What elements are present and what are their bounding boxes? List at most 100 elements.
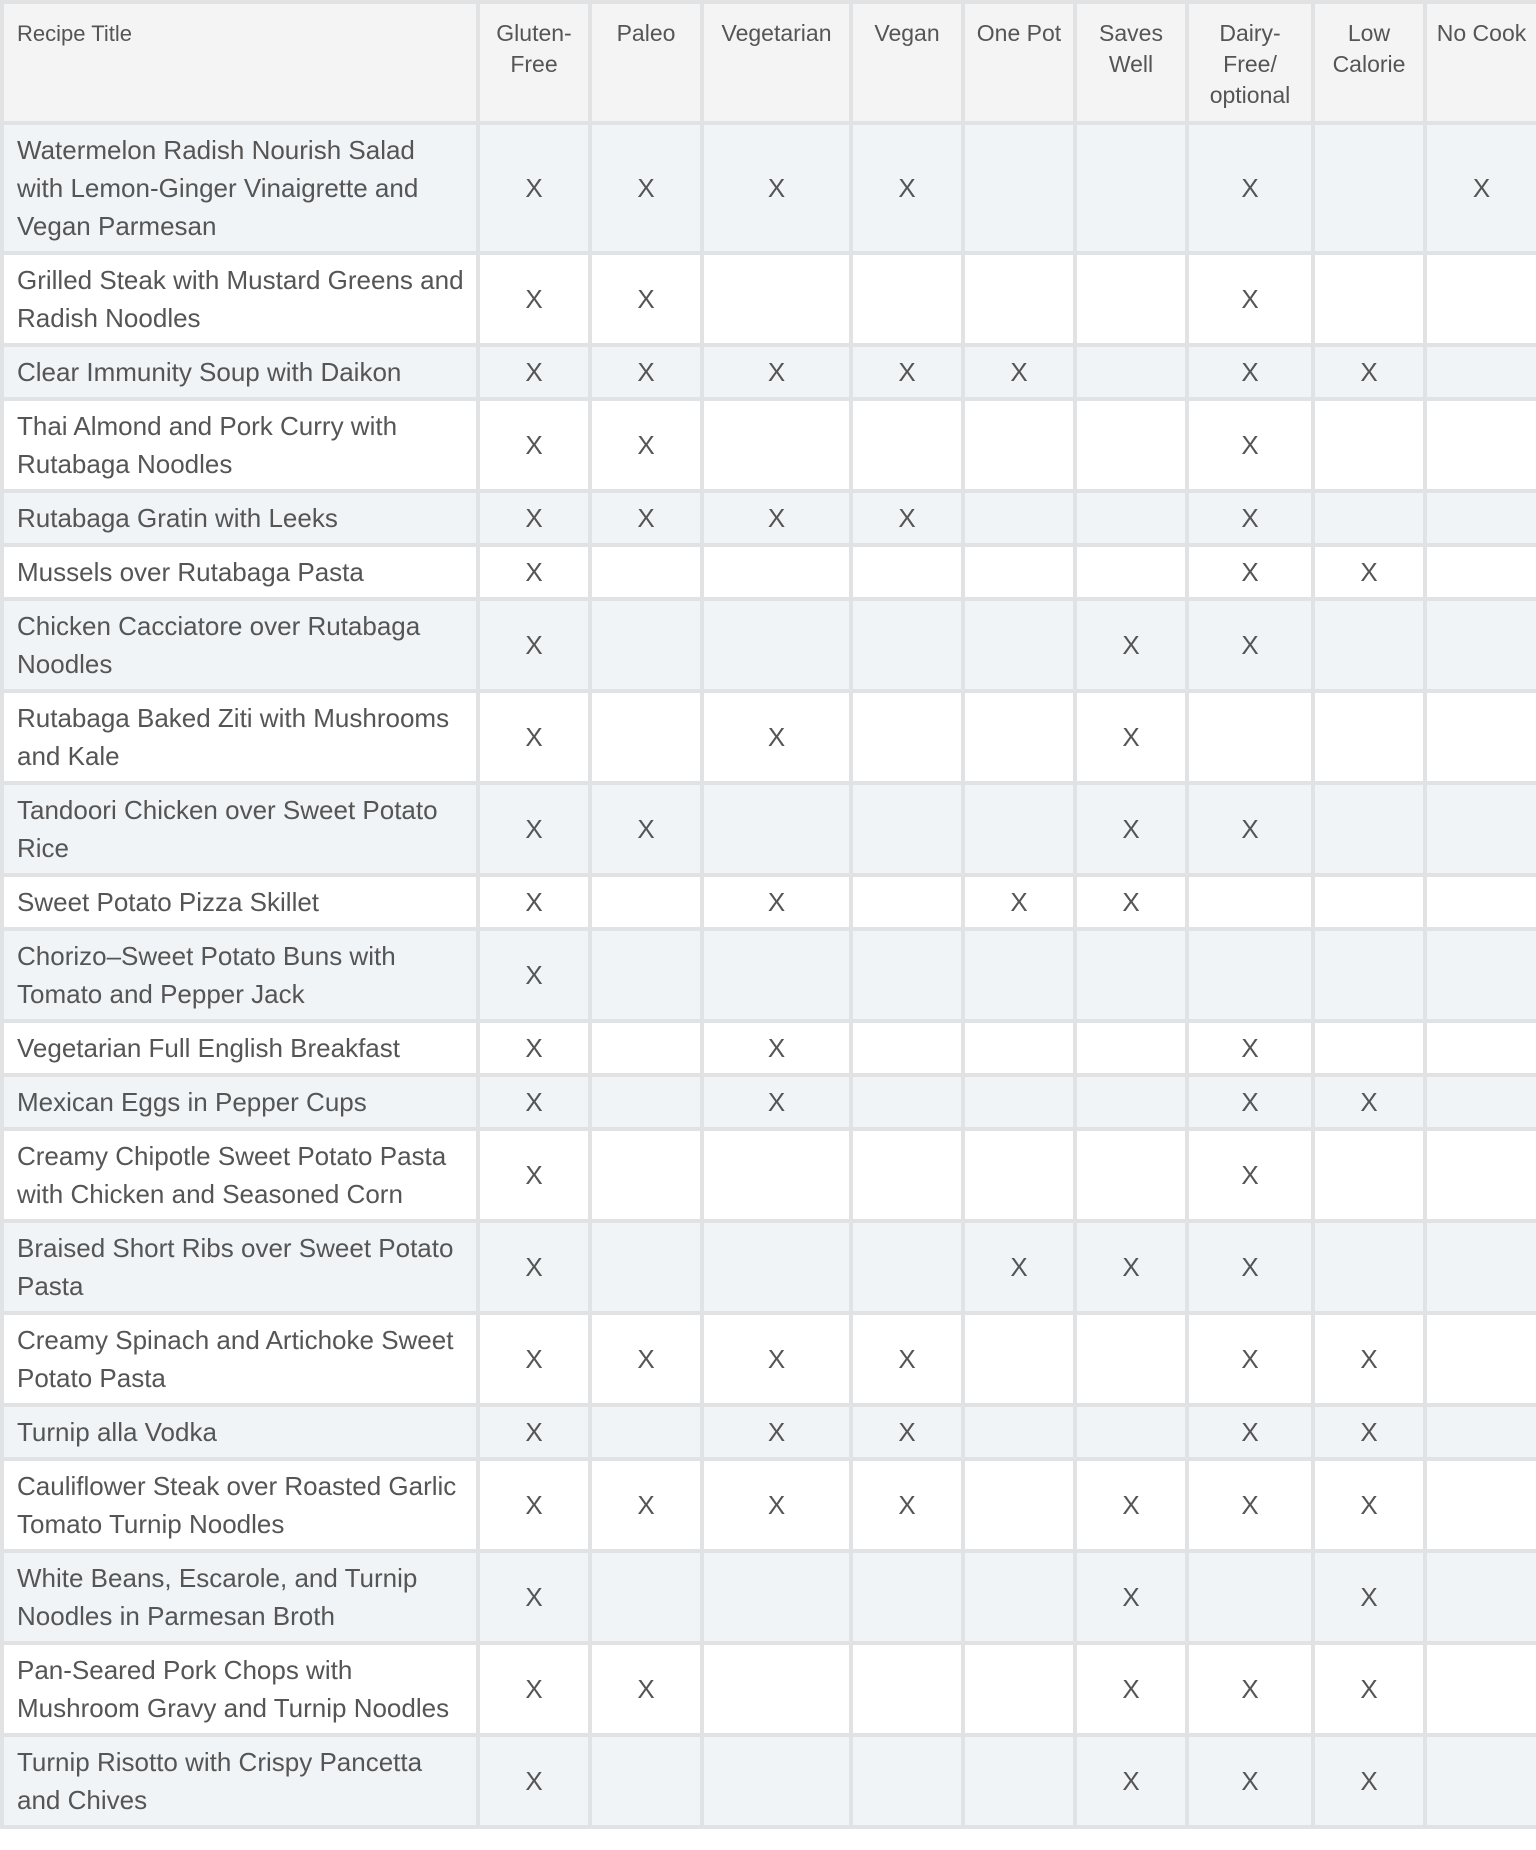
diet-mark-cell-paleo: X bbox=[592, 347, 700, 397]
table-row: Cauliflower Steak over Roasted Garlic To… bbox=[4, 1461, 1536, 1549]
diet-mark-cell-vegan: X bbox=[853, 1315, 961, 1403]
recipe-title-cell: Chicken Cacciatore over Rutabaga Noodles bbox=[4, 601, 476, 689]
diet-mark-cell-dairy-free bbox=[1189, 931, 1311, 1019]
diet-mark-cell-vegetarian: X bbox=[704, 493, 849, 543]
diet-mark-cell-gluten-free: X bbox=[480, 547, 588, 597]
diet-mark-cell-dairy-free: X bbox=[1189, 347, 1311, 397]
diet-mark-cell-saves-well: X bbox=[1077, 877, 1185, 927]
diet-mark-cell-no-cook: X bbox=[1427, 125, 1536, 251]
diet-mark-cell-gluten-free: X bbox=[480, 693, 588, 781]
diet-mark-cell-paleo: X bbox=[592, 1645, 700, 1733]
diet-mark-cell-saves-well: X bbox=[1077, 1645, 1185, 1733]
diet-mark-cell-dairy-free: X bbox=[1189, 125, 1311, 251]
diet-mark-cell-one-pot: X bbox=[965, 1223, 1073, 1311]
recipe-title-cell: Thai Almond and Pork Curry with Rutabaga… bbox=[4, 401, 476, 489]
recipe-diet-table: Recipe Title Gluten-Free Paleo Vegetarian Ve… bbox=[0, 0, 1536, 1829]
recipe-title-cell: Rutabaga Gratin with Leeks bbox=[4, 493, 476, 543]
diet-mark-cell-dairy-free: X bbox=[1189, 493, 1311, 543]
diet-mark-cell-paleo bbox=[592, 693, 700, 781]
diet-mark-cell-vegetarian: X bbox=[704, 877, 849, 927]
diet-mark-cell-vegan bbox=[853, 693, 961, 781]
diet-mark-cell-gluten-free: X bbox=[480, 1553, 588, 1641]
diet-mark-cell-one-pot bbox=[965, 125, 1073, 251]
diet-mark-cell-one-pot bbox=[965, 1553, 1073, 1641]
table-row: Turnip Risotto with Crispy Pancetta and … bbox=[4, 1737, 1536, 1825]
column-header-saves-well: Saves Well bbox=[1077, 4, 1185, 121]
diet-mark-cell-dairy-free: X bbox=[1189, 1223, 1311, 1311]
diet-mark-cell-vegan: X bbox=[853, 1407, 961, 1457]
diet-mark-cell-vegan: X bbox=[853, 493, 961, 543]
diet-mark-cell-low-calorie: X bbox=[1315, 1737, 1423, 1825]
diet-mark-cell-gluten-free: X bbox=[480, 1461, 588, 1549]
diet-mark-cell-vegetarian: X bbox=[704, 125, 849, 251]
column-header-no-cook: No Cook bbox=[1427, 4, 1536, 121]
diet-mark-cell-one-pot bbox=[965, 1645, 1073, 1733]
diet-mark-cell-one-pot bbox=[965, 1315, 1073, 1403]
diet-mark-cell-saves-well bbox=[1077, 1131, 1185, 1219]
diet-mark-cell-no-cook bbox=[1427, 401, 1536, 489]
diet-mark-cell-saves-well: X bbox=[1077, 693, 1185, 781]
diet-mark-cell-vegetarian: X bbox=[704, 693, 849, 781]
diet-mark-cell-vegan: X bbox=[853, 1461, 961, 1549]
diet-mark-cell-vegan bbox=[853, 601, 961, 689]
diet-mark-cell-gluten-free: X bbox=[480, 1315, 588, 1403]
diet-mark-cell-no-cook bbox=[1427, 347, 1536, 397]
recipe-title-cell: Chorizo–Sweet Potato Buns with Tomato an… bbox=[4, 931, 476, 1019]
diet-mark-cell-low-calorie bbox=[1315, 1131, 1423, 1219]
diet-mark-cell-saves-well bbox=[1077, 1315, 1185, 1403]
diet-mark-cell-saves-well bbox=[1077, 493, 1185, 543]
diet-mark-cell-dairy-free: X bbox=[1189, 255, 1311, 343]
diet-mark-cell-low-calorie: X bbox=[1315, 347, 1423, 397]
diet-mark-cell-paleo bbox=[592, 1023, 700, 1073]
diet-mark-cell-dairy-free bbox=[1189, 693, 1311, 781]
diet-mark-cell-gluten-free: X bbox=[480, 1223, 588, 1311]
recipe-title-cell: Rutabaga Baked Ziti with Mushrooms and K… bbox=[4, 693, 476, 781]
diet-mark-cell-gluten-free: X bbox=[480, 1645, 588, 1733]
column-header-vegan: Vegan bbox=[853, 4, 961, 121]
diet-mark-cell-vegan bbox=[853, 1077, 961, 1127]
diet-mark-cell-dairy-free: X bbox=[1189, 1737, 1311, 1825]
diet-mark-cell-paleo bbox=[592, 547, 700, 597]
table-body: Watermelon Radish Nourish Salad with Lem… bbox=[4, 125, 1536, 1825]
diet-mark-cell-gluten-free: X bbox=[480, 785, 588, 873]
diet-mark-cell-dairy-free: X bbox=[1189, 1023, 1311, 1073]
column-header-title: Recipe Title bbox=[4, 4, 476, 121]
diet-mark-cell-vegan bbox=[853, 1223, 961, 1311]
diet-mark-cell-one-pot bbox=[965, 1407, 1073, 1457]
diet-mark-cell-vegan bbox=[853, 255, 961, 343]
table-row: Clear Immunity Soup with Daikon X X X X X X X bbox=[4, 347, 1536, 397]
diet-mark-cell-no-cook bbox=[1427, 1223, 1536, 1311]
diet-mark-cell-gluten-free: X bbox=[480, 931, 588, 1019]
recipe-title-cell: White Beans, Escarole, and Turnip Noodle… bbox=[4, 1553, 476, 1641]
diet-mark-cell-one-pot bbox=[965, 401, 1073, 489]
diet-mark-cell-dairy-free bbox=[1189, 877, 1311, 927]
diet-mark-cell-no-cook bbox=[1427, 785, 1536, 873]
diet-mark-cell-no-cook bbox=[1427, 693, 1536, 781]
diet-mark-cell-vegan bbox=[853, 1737, 961, 1825]
table-row: Sweet Potato Pizza Skillet X X X X bbox=[4, 877, 1536, 927]
table-row: Watermelon Radish Nourish Salad with Lem… bbox=[4, 125, 1536, 251]
diet-mark-cell-low-calorie bbox=[1315, 693, 1423, 781]
diet-mark-cell-vegetarian bbox=[704, 1737, 849, 1825]
table-row: Rutabaga Gratin with Leeks X X X X X bbox=[4, 493, 1536, 543]
diet-mark-cell-vegan bbox=[853, 401, 961, 489]
diet-mark-cell-gluten-free: X bbox=[480, 493, 588, 543]
diet-mark-cell-paleo bbox=[592, 1553, 700, 1641]
diet-mark-cell-vegetarian bbox=[704, 255, 849, 343]
diet-mark-cell-saves-well: X bbox=[1077, 785, 1185, 873]
table-row: White Beans, Escarole, and Turnip Noodle… bbox=[4, 1553, 1536, 1641]
diet-mark-cell-vegetarian bbox=[704, 401, 849, 489]
diet-mark-cell-paleo bbox=[592, 1737, 700, 1825]
diet-mark-cell-saves-well bbox=[1077, 255, 1185, 343]
diet-mark-cell-saves-well: X bbox=[1077, 1461, 1185, 1549]
diet-mark-cell-paleo bbox=[592, 931, 700, 1019]
diet-mark-cell-vegetarian: X bbox=[704, 1461, 849, 1549]
diet-mark-cell-no-cook bbox=[1427, 1553, 1536, 1641]
diet-mark-cell-saves-well bbox=[1077, 1407, 1185, 1457]
diet-mark-cell-no-cook bbox=[1427, 547, 1536, 597]
diet-mark-cell-no-cook bbox=[1427, 1023, 1536, 1073]
diet-mark-cell-saves-well bbox=[1077, 1023, 1185, 1073]
diet-mark-cell-low-calorie: X bbox=[1315, 1315, 1423, 1403]
diet-mark-cell-paleo bbox=[592, 1131, 700, 1219]
diet-mark-cell-paleo bbox=[592, 877, 700, 927]
